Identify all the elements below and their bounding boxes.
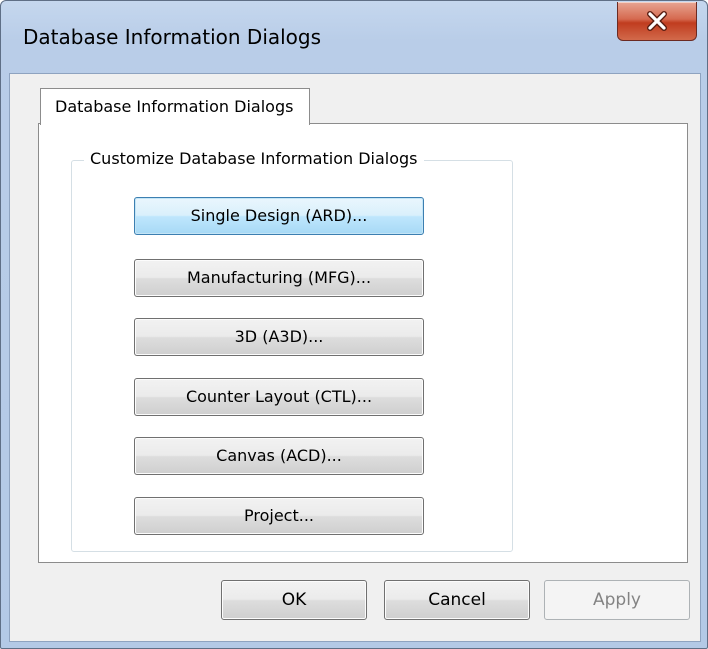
close-button[interactable] xyxy=(617,2,697,41)
canvas-button[interactable]: Canvas (ACD)... xyxy=(134,437,424,475)
title-bar[interactable]: Database Information Dialogs xyxy=(1,1,707,73)
counter-layout-button[interactable]: Counter Layout (CTL)... xyxy=(134,378,424,416)
group-box-label: Customize Database Information Dialogs xyxy=(84,149,424,168)
tab-panel: Customize Database Information Dialogs S… xyxy=(38,123,688,563)
single-design-button[interactable]: Single Design (ARD)... xyxy=(134,197,424,235)
a3d-button[interactable]: 3D (A3D)... xyxy=(134,318,424,356)
dialog-window: Database Information Dialogs Database In… xyxy=(0,0,708,649)
manufacturing-button[interactable]: Manufacturing (MFG)... xyxy=(134,259,424,297)
dialog-client-area: Database Information Dialogs Customize D… xyxy=(9,73,701,642)
apply-button: Apply xyxy=(544,580,690,620)
window-title: Database Information Dialogs xyxy=(23,25,322,49)
cancel-button[interactable]: Cancel xyxy=(384,580,530,620)
ok-button[interactable]: OK xyxy=(221,580,367,620)
tab-database-information-dialogs[interactable]: Database Information Dialogs xyxy=(40,88,311,125)
close-icon xyxy=(647,11,667,31)
customize-group-box: Customize Database Information Dialogs S… xyxy=(71,149,513,552)
project-button[interactable]: Project... xyxy=(134,497,424,535)
